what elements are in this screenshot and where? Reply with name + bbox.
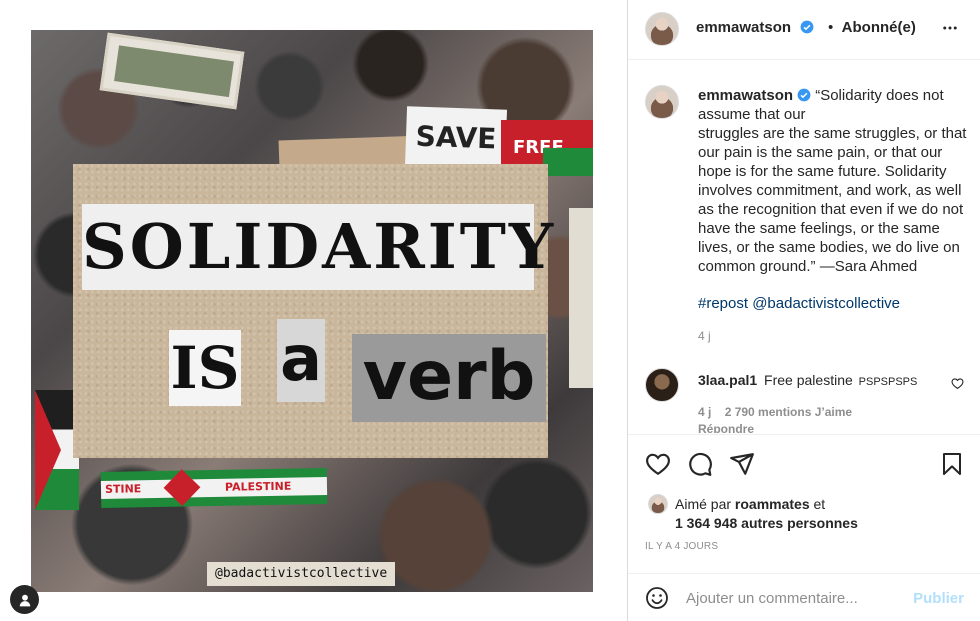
comments-area[interactable]: emmawatson “Solidarity does not assume t… <box>628 61 980 433</box>
author-username[interactable]: emmawatson <box>696 19 791 36</box>
comment-meta: 4 j 2 790 mentions J’aime <box>698 405 862 419</box>
heart-icon <box>646 453 670 476</box>
banner-text-left: STINE <box>104 482 142 496</box>
more-options-button[interactable] <box>941 19 959 42</box>
comment: 3laa.pal1 Free palestine PSPSPSPS <box>698 372 938 388</box>
protest-sign-right <box>569 208 593 388</box>
caption-author-avatar[interactable] <box>645 85 679 119</box>
commenter-avatar[interactable] <box>645 368 679 402</box>
comment-bubble-icon <box>689 452 712 476</box>
more-options-icon <box>943 26 957 30</box>
post-sidebar: emmawatson • Abonné(e) emmawatson “Solid… <box>627 0 980 621</box>
comment-text: Free palestine <box>764 372 853 388</box>
smiley-icon <box>646 587 668 609</box>
header-separator: • <box>827 19 834 36</box>
follow-status-button[interactable]: Abonné(e) <box>842 19 916 36</box>
caption-hashtags[interactable]: #repost @badactivistcollective <box>698 295 900 312</box>
collage-word-is: IS <box>169 330 241 406</box>
caption-text: “Solidarity does not assume that our str… <box>698 87 967 275</box>
post-header: emmawatson • Abonné(e) <box>628 0 980 60</box>
comment-button[interactable] <box>687 451 713 482</box>
likes-prefix: Aimé par <box>675 496 732 512</box>
media-pane: SAVE FREE SOLIDARITY IS a verb STINE PAL… <box>0 0 627 621</box>
comment-suffix: PSPSPSPS <box>858 376 918 388</box>
add-comment-bar: Publier <box>628 573 980 621</box>
comment-username[interactable]: 3laa.pal1 <box>698 372 757 388</box>
likes-others[interactable]: 1 364 948 autres personnes <box>675 515 858 531</box>
caption-timestamp: 4 j <box>698 329 711 343</box>
collage-word-a: a <box>277 319 325 402</box>
collage-word-verb: verb <box>352 334 546 422</box>
post-age[interactable]: IL Y A 4 JOURS <box>645 541 718 552</box>
caption: emmawatson “Solidarity does not assume t… <box>698 86 968 276</box>
caption-username[interactable]: emmawatson <box>698 87 793 104</box>
reply-button[interactable]: Répondre <box>698 422 754 433</box>
post-image[interactable]: SAVE FREE SOLIDARITY IS a verb STINE PAL… <box>31 30 593 592</box>
likes-summary: Aimé par roammates et 1 364 948 autres p… <box>675 495 925 533</box>
collage-card: SOLIDARITY IS a verb <box>73 164 553 458</box>
banner-text-right: PALESTINE <box>224 479 292 494</box>
publish-button[interactable]: Publier <box>913 590 964 607</box>
share-button[interactable] <box>729 451 755 482</box>
protest-sign-save: SAVE <box>404 106 508 170</box>
verified-badge-icon <box>800 20 813 34</box>
comment-like-button[interactable] <box>951 377 964 395</box>
emoji-button[interactable] <box>645 586 669 615</box>
comment-likes-count[interactable]: 2 790 mentions J’aime <box>725 405 852 419</box>
palestine-banner: STINE PALESTINE <box>100 468 328 508</box>
liker-avatar[interactable] <box>648 494 668 514</box>
save-post-button[interactable] <box>940 451 964 482</box>
user-icon <box>19 594 30 606</box>
verified-badge-icon <box>797 88 811 102</box>
collage-word-solidarity: SOLIDARITY <box>82 204 553 290</box>
author-avatar[interactable] <box>645 12 679 46</box>
tagged-users-button[interactable] <box>10 585 39 614</box>
heart-icon <box>951 378 964 390</box>
likes-connector: et <box>813 496 826 512</box>
image-credit: @badactivistcollective <box>207 562 396 586</box>
paper-plane-icon <box>730 453 754 475</box>
comment-timestamp: 4 j <box>698 405 712 419</box>
comment-input[interactable] <box>686 586 906 610</box>
bookmark-icon <box>943 453 961 475</box>
protest-sign-left <box>99 32 245 110</box>
likes-user[interactable]: roammates <box>735 496 810 512</box>
like-button[interactable] <box>645 451 671 482</box>
post-actions: Aimé par roammates et 1 364 948 autres p… <box>628 434 980 574</box>
header-author-line: emmawatson • Abonné(e) <box>696 19 916 37</box>
